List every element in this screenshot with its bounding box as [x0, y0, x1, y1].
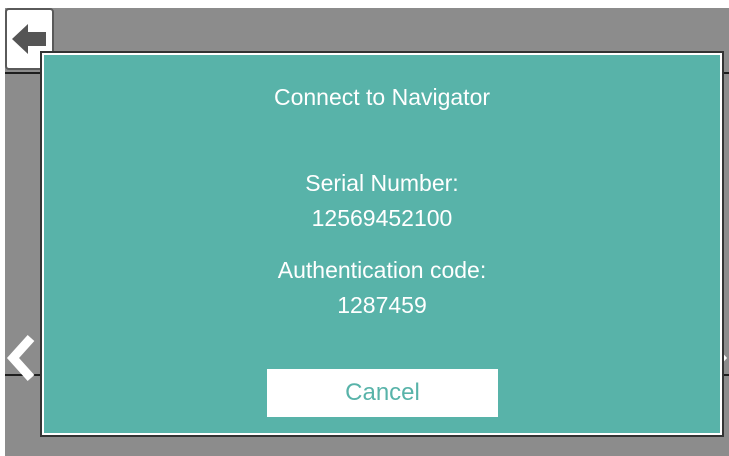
serial-number-label: Serial Number: [305, 170, 459, 196]
cancel-button[interactable]: Cancel [267, 369, 498, 417]
previous-button[interactable] [5, 328, 35, 388]
connect-dialog: Connect to Navigator Serial Number: 1256… [40, 51, 724, 437]
chevron-left-icon [6, 334, 35, 382]
background-screen: Connect to Navigator Serial Number: 1256… [5, 8, 729, 456]
serial-number-value: 12569452100 [311, 205, 453, 231]
authentication-code-value: 1287459 [337, 292, 427, 318]
authentication-code-label: Authentication code: [277, 257, 487, 283]
dialog-title: Connect to Navigator [273, 84, 491, 110]
